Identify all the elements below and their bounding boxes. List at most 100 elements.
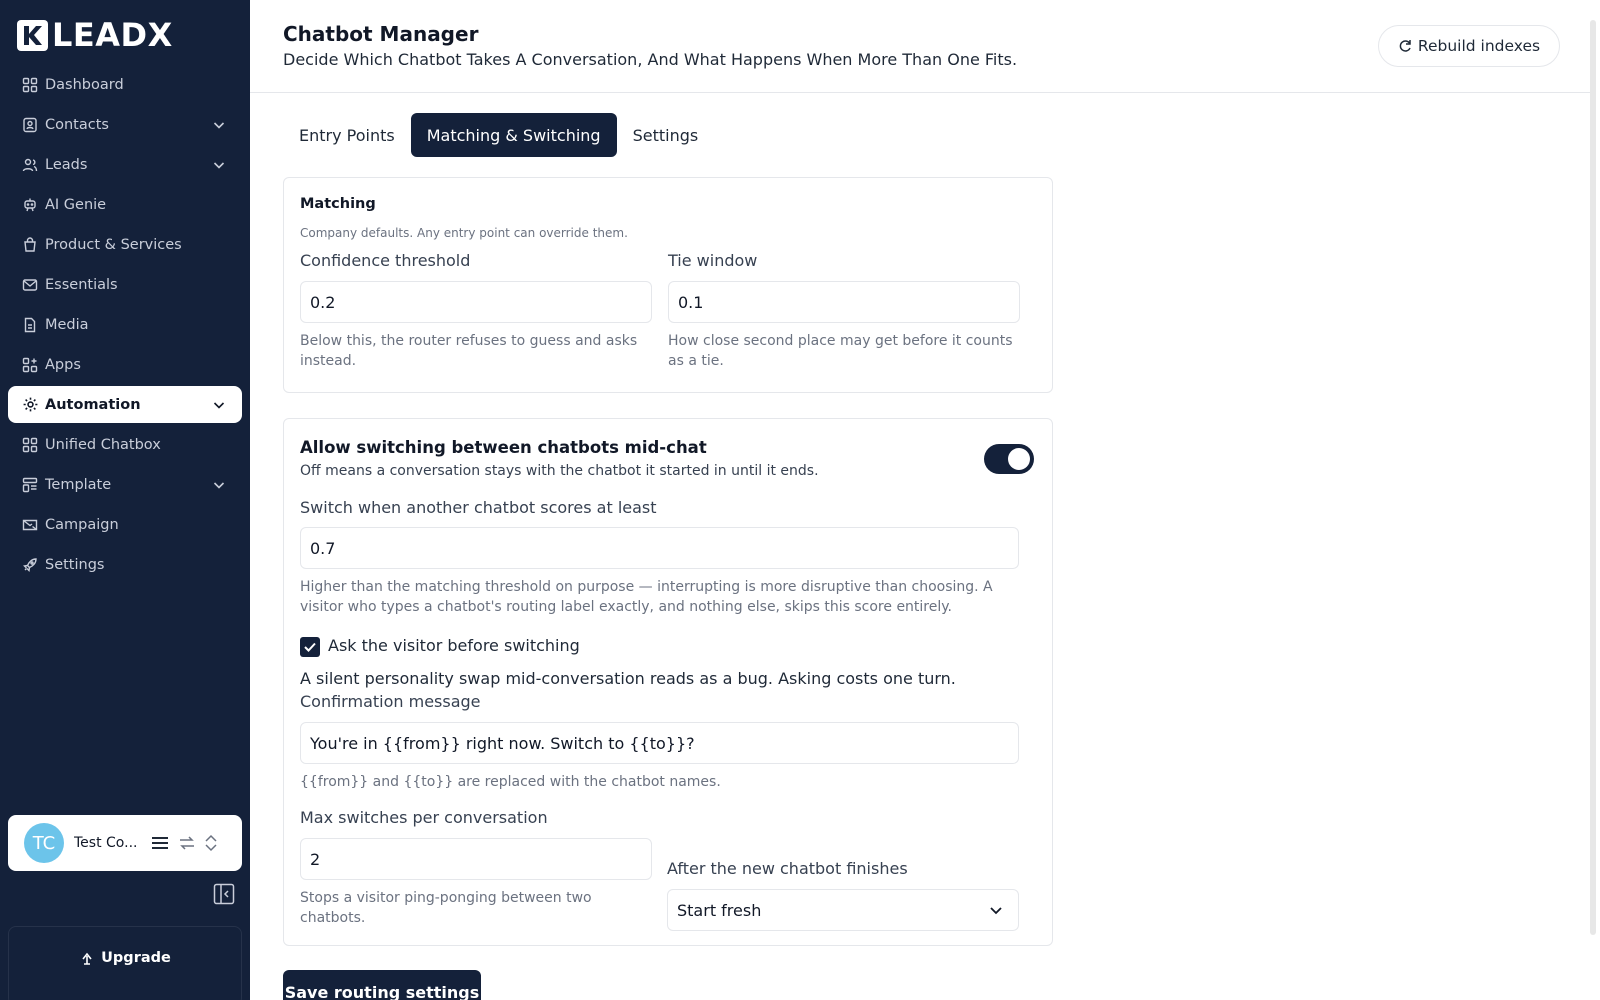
- grid-icon: [21, 436, 39, 454]
- sidebar-item-label: Leads: [45, 156, 88, 173]
- upgrade-button[interactable]: Upgrade: [8, 926, 242, 1000]
- switch-threshold-label: Switch when another chatbot scores at le…: [300, 498, 657, 517]
- sidebar-item-label: Dashboard: [45, 76, 124, 93]
- tab-entry-points[interactable]: Entry Points: [283, 113, 411, 157]
- sidebar: LEADX Dashboard Contacts Leads AI Genie Prod…: [0, 0, 250, 1000]
- apps-icon: [21, 356, 39, 374]
- sidebar-item-unified-chatbox[interactable]: Unified Chatbox: [8, 426, 242, 463]
- ask-before-switching-note: A silent personality swap mid-conversati…: [300, 669, 956, 688]
- sidebar-item-label: Settings: [45, 556, 105, 573]
- max-switches-help: Stops a visitor ping-ponging between two…: [300, 890, 592, 926]
- tie-window-label: Tie window: [668, 251, 758, 270]
- sidebar-item-label: Media: [45, 316, 89, 333]
- confirmation-message-help: {{from}} and {{to}} are replaced with th…: [300, 774, 721, 790]
- max-switches-input[interactable]: 2: [300, 838, 652, 880]
- bag-icon: [21, 236, 39, 254]
- confirmation-message-label: Confirmation message: [300, 692, 481, 711]
- sidebar-item-automation[interactable]: Automation: [8, 386, 242, 423]
- account-switcher[interactable]: TC Test Co...: [8, 815, 242, 871]
- sidebar-item-campaign[interactable]: Campaign: [8, 506, 242, 543]
- sidebar-item-label: Essentials: [45, 276, 118, 293]
- template-icon: [21, 476, 39, 494]
- page-title: Chatbot Manager: [283, 22, 479, 46]
- sidebar-item-template[interactable]: Template: [8, 466, 242, 503]
- tab-settings[interactable]: Settings: [617, 113, 715, 157]
- check-icon: [304, 642, 316, 652]
- chevron-down-icon[interactable]: [212, 118, 226, 132]
- main-content: Chatbot Manager Decide Which Chatbot Tak…: [250, 0, 1600, 1000]
- tie-window-input[interactable]: 0.1: [668, 281, 1020, 323]
- confidence-threshold-label: Confidence threshold: [300, 251, 471, 270]
- confirmation-message-input[interactable]: You're in {{from}} right now. Switch to …: [300, 722, 1019, 764]
- gear-icon: [21, 396, 39, 414]
- ask-before-switching-label[interactable]: Ask the visitor before switching: [328, 636, 580, 655]
- users-icon: [21, 156, 39, 174]
- allow-switching-toggle[interactable]: [984, 444, 1034, 474]
- sidebar-item-contacts[interactable]: Contacts: [8, 106, 242, 143]
- ask-before-switching-checkbox[interactable]: [300, 637, 320, 657]
- switch-threshold-input[interactable]: 0.7: [300, 527, 1019, 569]
- page-subtitle: Decide Which Chatbot Takes A Conversatio…: [283, 50, 1018, 69]
- matching-card: Matching Company defaults. Any entry poi…: [283, 177, 1053, 393]
- sidebar-item-leads[interactable]: Leads: [8, 146, 242, 183]
- header-divider: [250, 92, 1590, 93]
- switch-threshold-help: Higher than the matching threshold on pu…: [300, 579, 993, 615]
- save-routing-settings-button[interactable]: Save routing settings: [283, 970, 481, 1000]
- brand-logo[interactable]: LEADX: [17, 19, 173, 51]
- chevron-down-icon: [990, 907, 1002, 915]
- swap-icon[interactable]: [178, 834, 196, 852]
- chevron-down-icon[interactable]: [212, 398, 226, 412]
- bot-icon: [21, 196, 39, 214]
- sidebar-item-label: Campaign: [45, 516, 119, 533]
- matching-title: Matching: [300, 196, 376, 212]
- sidebar-collapse-icon[interactable]: [213, 883, 235, 905]
- toggle-knob: [1008, 448, 1030, 470]
- confidence-threshold-help: Below this, the router refuses to guess …: [300, 333, 638, 369]
- sidebar-item-essentials[interactable]: Essentials: [8, 266, 242, 303]
- sidebar-item-media[interactable]: Media: [8, 306, 242, 343]
- max-switches-label: Max switches per conversation: [300, 808, 548, 827]
- sidebar-item-label: Contacts: [45, 116, 109, 133]
- contacts-icon: [21, 116, 39, 134]
- sidebar-item-settings[interactable]: Settings: [8, 546, 242, 583]
- tab-matching-switching[interactable]: Matching & Switching: [410, 113, 617, 157]
- sidebar-item-label: Product & Services: [45, 236, 182, 253]
- after-finish-select[interactable]: Start fresh: [667, 889, 1019, 931]
- sidebar-item-label: Apps: [45, 356, 81, 373]
- sidebar-item-label: Template: [45, 476, 112, 493]
- matching-subtitle: Company defaults. Any entry point can ov…: [300, 226, 628, 240]
- upgrade-label: Upgrade: [101, 950, 171, 966]
- tab-bar: Entry Points Matching & Switching Settings: [283, 113, 714, 157]
- after-finish-value: Start fresh: [677, 900, 762, 920]
- rebuild-indexes-label: Rebuild indexes: [1417, 37, 1541, 55]
- switching-card: Allow switching between chatbots mid-cha…: [283, 418, 1053, 946]
- scrollbar[interactable]: [1590, 20, 1596, 935]
- switching-subtitle: Off means a conversation stays with the …: [300, 463, 819, 479]
- campaign-icon: [21, 516, 39, 534]
- confidence-threshold-input[interactable]: 0.2: [300, 281, 652, 323]
- sidebar-item-dashboard[interactable]: Dashboard: [8, 66, 242, 103]
- menu-icon[interactable]: [150, 833, 170, 853]
- chevron-up-down-icon[interactable]: [204, 834, 218, 852]
- logo-icon: [17, 19, 48, 51]
- after-finish-label: After the new chatbot finishes: [667, 859, 908, 878]
- chevron-down-icon[interactable]: [212, 158, 226, 172]
- sidebar-item-ai-genie[interactable]: AI Genie: [8, 186, 242, 223]
- brand-name: LEADX: [52, 16, 173, 54]
- avatar: TC: [24, 823, 64, 863]
- file-icon: [21, 316, 39, 334]
- sidebar-item-label: AI Genie: [45, 196, 107, 213]
- sidebar-item-apps[interactable]: Apps: [8, 346, 242, 383]
- tie-window-help: How close second place may get before it…: [668, 333, 1013, 369]
- switching-title: Allow switching between chatbots mid-cha…: [300, 438, 707, 457]
- upload-arrow-icon: [82, 952, 92, 965]
- mail-icon: [21, 276, 39, 294]
- sidebar-item-label: Unified Chatbox: [45, 436, 161, 453]
- rebuild-indexes-button[interactable]: Rebuild indexes: [1378, 25, 1560, 67]
- sidebar-item-product-services[interactable]: Product & Services: [8, 226, 242, 263]
- chevron-down-icon[interactable]: [212, 478, 226, 492]
- rocket-icon: [21, 556, 39, 574]
- sidebar-nav: Dashboard Contacts Leads AI Genie Product & …: [8, 66, 242, 586]
- grid-icon: [21, 76, 39, 94]
- sidebar-item-label: Automation: [45, 396, 141, 413]
